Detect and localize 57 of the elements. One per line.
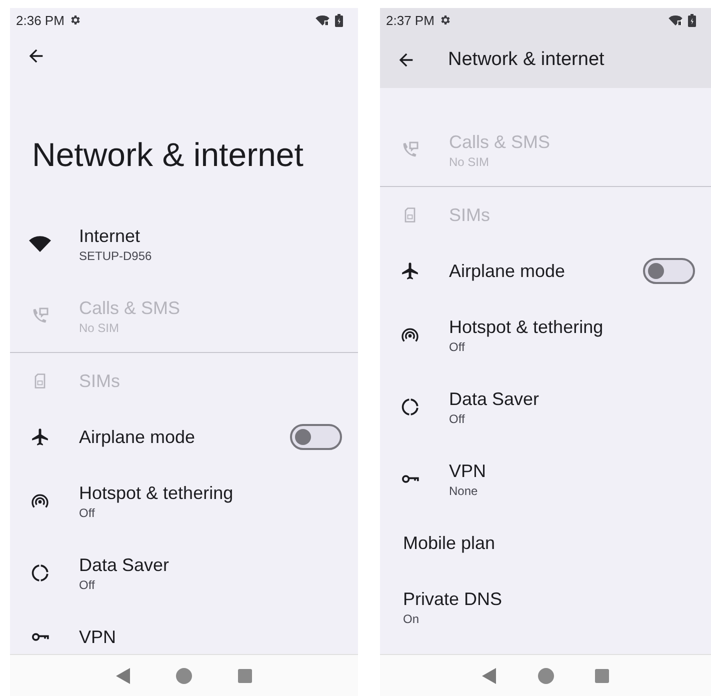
item-summary: No SIM [79,320,120,336]
gear-icon [69,14,82,26]
item-summary: None [449,482,479,498]
nav-home-icon[interactable] [538,668,554,684]
item-title: Mobile plan [403,532,496,554]
nav-back-icon[interactable] [482,668,496,684]
item-title: Airplane mode [79,426,196,448]
item-title: Internet [79,224,142,248]
item-summary: On [403,610,420,626]
item-title: Private DNS [403,588,504,610]
item-title: Data Saver [449,388,540,410]
item-summary: Off [79,504,96,520]
wifi-signal-icon [668,14,683,26]
item-title: Hotspot & tethering [79,482,234,504]
gear-icon [439,14,452,26]
settings-item[interactable]: Mobile plan [380,515,711,571]
nav-recents-icon[interactable] [238,668,252,682]
settings-item[interactable]: Data Saver Off [380,371,711,443]
settings-item[interactable]: Hotspot & tethering Off [10,465,358,537]
toggle-switch[interactable] [643,258,695,284]
settings-item[interactable]: Internet SETUP-D956 [10,208,358,280]
status-time: 2:37 PM [386,12,434,28]
settings-item[interactable]: Data Saver Off [10,537,358,609]
page-title: Network & internet [31,135,304,175]
data-saver-icon [30,563,50,583]
settings-item[interactable]: Hotspot & tethering Off [380,299,711,371]
nav-back-icon[interactable] [116,668,130,684]
item-title: Calls & SMS [449,130,552,154]
nav-recents-icon[interactable] [595,668,610,682]
item-title: Data Saver [79,554,170,576]
item-summary: No SIM [449,154,490,170]
data-saver-icon [400,397,420,417]
item-title: Hotspot & tethering [449,316,604,338]
settings-item[interactable]: Airplane mode [380,243,711,299]
item-summary: Off [79,576,96,592]
item-title: SIMs [449,204,492,226]
item-summary: Off [449,338,466,354]
item-title: VPN [79,626,118,648]
settings-item[interactable]: Airplane mode [10,409,358,465]
item-summary: Off [449,410,466,426]
item-title: Airplane mode [449,260,566,282]
nav-home-icon[interactable] [176,668,192,684]
item-title: SIMs [79,370,122,392]
page-title: Network & internet [448,49,604,71]
status-time: 2:36 PM [16,12,64,28]
battery-icon [335,14,343,26]
settings-item[interactable]: VPN None [380,443,711,515]
battery-icon [688,14,696,26]
airplane-icon [30,427,50,447]
item-summary: SETUP-D956 [79,248,153,264]
settings-item[interactable]: Private DNS On [380,571,711,643]
item-title: VPN [449,460,488,482]
item-title: Calls & SMS [79,296,182,320]
settings-item[interactable]: VPN [10,609,358,654]
wifi-signal-icon [315,14,330,26]
airplane-icon [400,261,420,281]
toggle-switch[interactable] [290,424,342,450]
